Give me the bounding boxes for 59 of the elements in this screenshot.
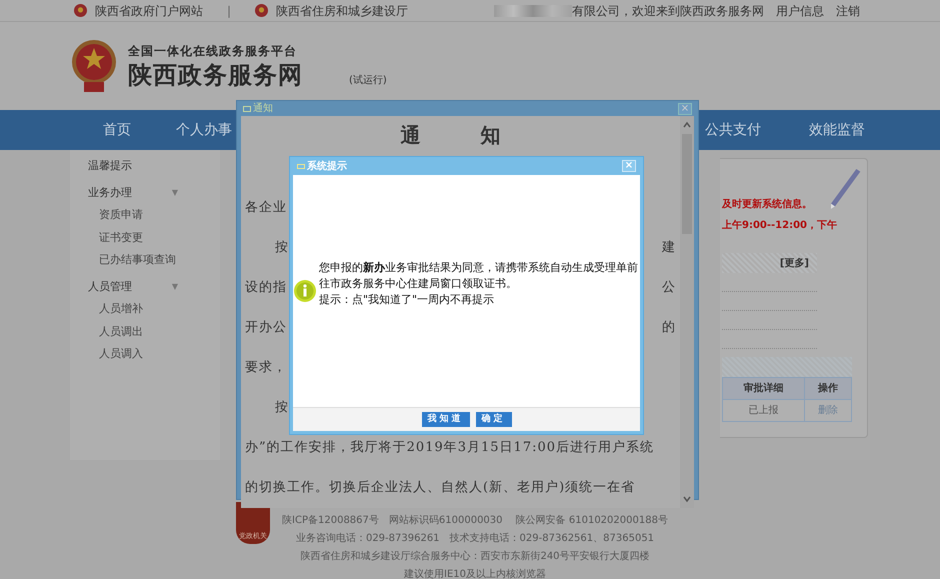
footer-text: 陕西省住房和城乡建设厅综合服务中心：西安市东新街240号平安银行大厦四楼	[300, 550, 650, 564]
footer-text: 业务咨询电话：029-87396261 技术支持电话：029-87362561、87365051	[296, 532, 654, 546]
notice-text: 按	[275, 239, 289, 258]
notice-text: 各企业	[245, 199, 287, 218]
sidebar-heading[interactable]: 业务办理	[88, 184, 132, 201]
table-header: 操作	[804, 378, 852, 400]
notice-text: 要求，	[245, 359, 287, 378]
footer-text: 陕ICP备12008867号 网站标识码6100000030 陕公网安备 61010202000188号	[282, 514, 668, 528]
sidebar-item[interactable]: 证书变更	[99, 230, 220, 246]
scroll-up-icon	[682, 120, 692, 130]
notice-text: 的切换工作。切换后企业法人、自然人(新、老用户)须统一在省	[245, 479, 636, 498]
window-title: 通知	[253, 102, 273, 116]
nav-item[interactable]: 个人办事	[176, 120, 232, 140]
separator: |	[227, 2, 232, 20]
nav-item[interactable]: 公共支付	[705, 120, 761, 140]
welcome-text: 有限公司，欢迎来到陕西政务服务网	[572, 2, 764, 20]
window-icon	[243, 106, 251, 112]
confirm-button[interactable]: 确定	[476, 412, 512, 427]
emblem-icon	[74, 4, 87, 17]
notice-text: 按	[275, 399, 289, 418]
dialog-hint: 提示：点"我知道了"一周内不再提示	[319, 292, 496, 308]
notice-text: 公	[662, 279, 676, 298]
footer-text: 建议使用IE10及以上内核浏览器	[404, 568, 546, 579]
more-link[interactable]: [更多]	[780, 256, 809, 270]
portal-link[interactable]: 陕西省政府门户网站	[95, 2, 203, 20]
notice-text: 及时更新系统信息。	[722, 197, 813, 212]
user-link[interactable]: 用户信息	[776, 2, 824, 20]
notice-text: 设的指	[245, 279, 287, 298]
site-title: 陕西政务服务网	[128, 60, 303, 90]
sidebar-item[interactable]: 人员调出	[99, 324, 220, 340]
caret-icon: ▼	[172, 280, 178, 293]
scroll-down-icon	[682, 494, 692, 504]
sidebar-heading[interactable]: 温馨提示	[88, 158, 132, 174]
user-link[interactable]: 注销	[836, 2, 860, 20]
nav-item[interactable]: 效能监督	[809, 120, 865, 140]
platform-subtitle: 全国一体化在线政务服务平台	[128, 43, 298, 60]
nav-item[interactable]: 首页	[103, 120, 131, 140]
dialog-title: 系统提示	[307, 160, 347, 174]
sidebar-item[interactable]: 人员调入	[99, 346, 220, 362]
caret-icon: ▼	[172, 186, 178, 199]
sidebar-heading[interactable]: 人员管理	[88, 278, 132, 295]
window-icon	[297, 164, 305, 168]
notice-text: 的	[662, 319, 676, 338]
notice-text: 建	[662, 239, 676, 258]
notice-text: 办”的工作安排，我厅将于2019年3月15日17:00后进行用户系统	[245, 439, 654, 458]
emblem-icon	[70, 38, 118, 94]
notice-text: 上午9:00--12:00，下午	[722, 218, 838, 233]
dialog-message: 您申报的新办业务审批结果为同意，请携带系统自动生成受理单前往市政务服务中心住建局窗口领取证书。	[319, 260, 639, 292]
notice-text: 开办公	[245, 319, 287, 338]
table-header: 审批详细	[722, 378, 804, 400]
table-cell: 已上报	[722, 400, 804, 422]
sidebar-item[interactable]: 已办结事项查询	[99, 252, 220, 268]
sidebar-item[interactable]: 资质申请	[99, 207, 220, 224]
emblem-icon	[255, 4, 268, 17]
sidebar-item[interactable]: 人员增补	[99, 301, 220, 318]
notice-heading: 通 知	[400, 122, 520, 149]
acknowledge-button[interactable]: 我知道	[422, 412, 470, 427]
trial-label: (试运行)	[349, 74, 387, 88]
department-link[interactable]: 陕西省住房和城乡建设厅	[276, 2, 408, 20]
